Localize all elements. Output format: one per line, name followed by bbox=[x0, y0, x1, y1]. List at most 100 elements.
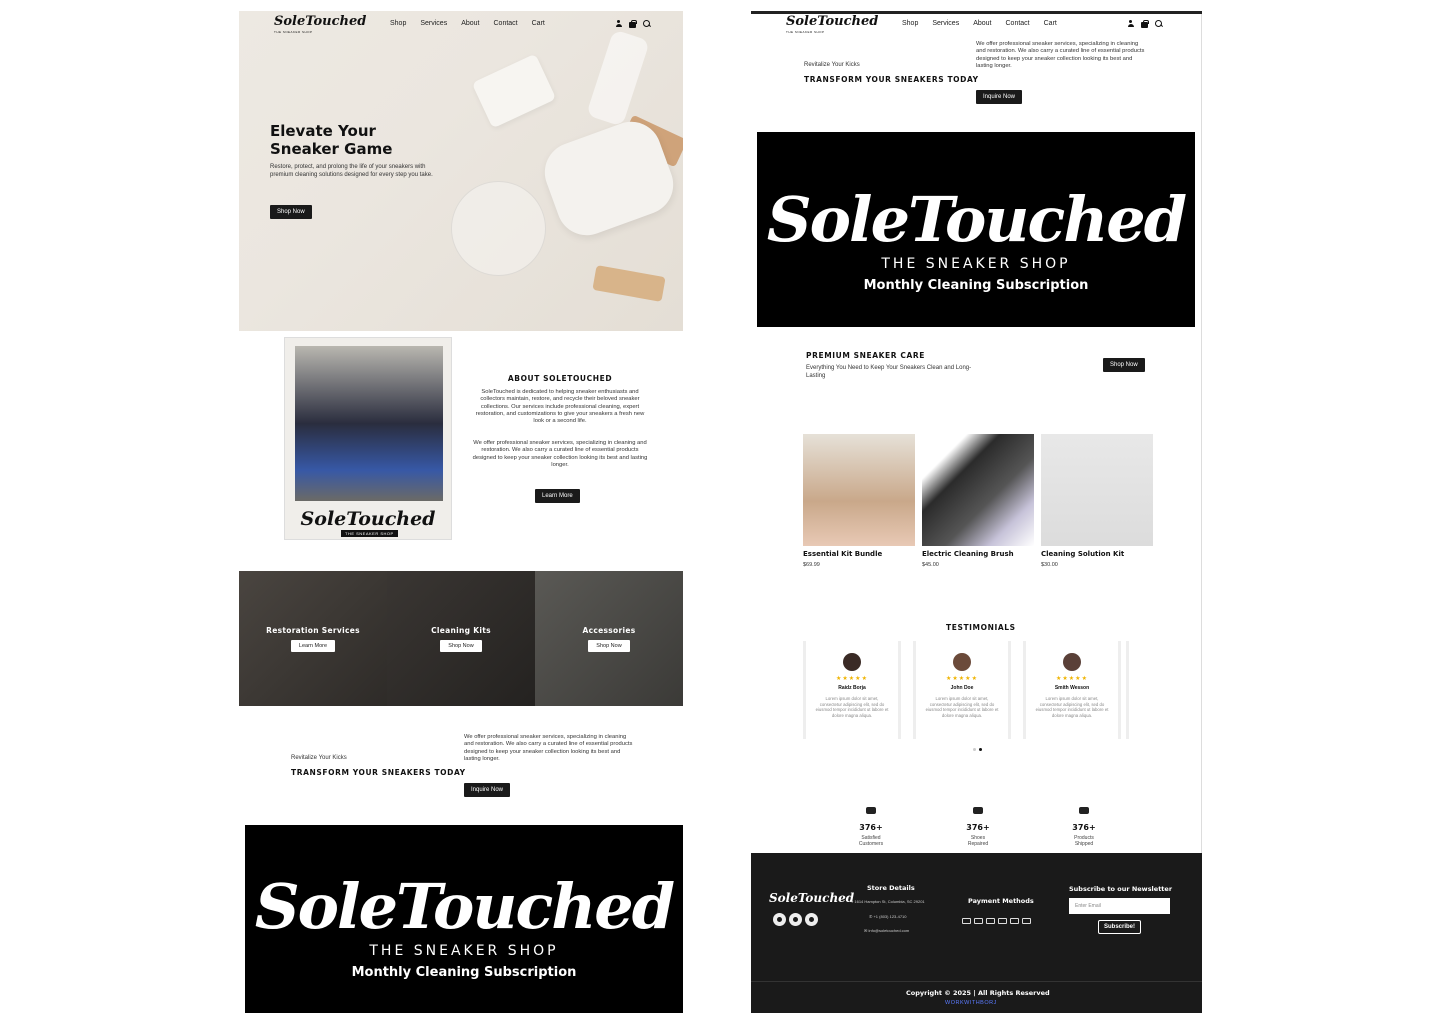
nav-about[interactable]: About bbox=[461, 20, 479, 27]
users-icon bbox=[866, 807, 876, 814]
category-title: Accessories bbox=[582, 625, 636, 635]
banner-subtitle: THE SNEAKER SHOP bbox=[881, 256, 1071, 272]
stat-label: Products Shipped bbox=[1054, 835, 1114, 847]
newsletter-email-input[interactable]: Enter Email bbox=[1069, 898, 1170, 914]
category-cleaning-kits[interactable]: Cleaning Kits Shop Now bbox=[387, 571, 535, 706]
about-image-signature: SoleTouched bbox=[300, 508, 436, 530]
about-image-tag: THE SNEAKER SHOP bbox=[341, 530, 398, 537]
hero-section: SoleTouched THE SNEAKER SHOP Shop Service… bbox=[239, 11, 683, 331]
hero-towel-image bbox=[471, 53, 557, 129]
testimonial-card: ★★★★★ Raidz Borja Lorem ipsum dolor sit … bbox=[803, 641, 901, 739]
category-shop-now-button[interactable]: Shop Now bbox=[440, 639, 482, 652]
youtube-icon[interactable] bbox=[805, 913, 818, 926]
footer: SoleTouched Store Details ⌖ 1614 Hampton… bbox=[751, 853, 1202, 1013]
nav-links: Shop Services About Contact Cart bbox=[390, 20, 545, 27]
transform-small-heading-right: Revitalize Your Kicks bbox=[804, 62, 860, 68]
nav-services[interactable]: Services bbox=[932, 20, 959, 27]
subscribe-button[interactable]: Subscribe! bbox=[1098, 920, 1142, 934]
copyright-text: Copyright © 2025 | All Rights Reserved bbox=[906, 989, 1050, 997]
hero-brush2-image bbox=[592, 265, 666, 302]
nav-shop[interactable]: Shop bbox=[390, 20, 406, 27]
carousel-dot-active[interactable] bbox=[979, 748, 982, 751]
testimonial-name: John Doe bbox=[950, 685, 974, 691]
truck-icon bbox=[1079, 807, 1089, 814]
subscription-banner: SoleTouched THE SNEAKER SHOP Monthly Cle… bbox=[245, 825, 683, 1013]
inquire-now-button[interactable]: Inquire Now bbox=[464, 783, 511, 797]
facebook-icon[interactable] bbox=[773, 913, 786, 926]
user-icon[interactable] bbox=[615, 20, 622, 27]
product-image-essential-kit[interactable] bbox=[803, 434, 915, 546]
stat-value: 376+ bbox=[1072, 823, 1096, 832]
rating-stars: ★★★★★ bbox=[1056, 676, 1088, 682]
product-price: $69.99 bbox=[803, 562, 820, 568]
category-shop-now-button[interactable]: Shop Now bbox=[588, 639, 630, 652]
store-phone[interactable]: ✆ +1 (803) 123-4710 bbox=[869, 914, 907, 919]
product-name[interactable]: Essential Kit Bundle bbox=[803, 550, 882, 558]
nav-contact[interactable]: Contact bbox=[1006, 20, 1030, 27]
cart-icon[interactable] bbox=[1141, 19, 1149, 28]
category-restoration[interactable]: Restoration Services Learn More bbox=[239, 571, 387, 706]
category-learn-more-button[interactable]: Learn More bbox=[290, 639, 336, 652]
footprints-icon bbox=[973, 807, 983, 814]
nav-logo[interactable]: SoleTouched THE SNEAKER SHOP bbox=[274, 15, 366, 37]
nav-about[interactable]: About bbox=[973, 20, 991, 27]
nav-contact[interactable]: Contact bbox=[494, 20, 518, 27]
nav-cart[interactable]: Cart bbox=[1044, 20, 1057, 27]
nav-services[interactable]: Services bbox=[420, 20, 447, 27]
category-accessories[interactable]: Accessories Shop Now bbox=[535, 571, 683, 706]
transform-title-right: TRANSFORM YOUR SNEAKERS TODAY bbox=[804, 75, 979, 84]
store-address-text: 1614 Hampton St, Columbia, SC 29201 bbox=[854, 899, 925, 904]
nav-shop[interactable]: Shop bbox=[902, 20, 918, 27]
search-icon[interactable] bbox=[643, 20, 650, 27]
stat-label-line2: Repaired bbox=[967, 841, 989, 847]
stat-products: 376+ Products Shipped bbox=[1054, 801, 1114, 847]
category-title: Cleaning Kits bbox=[431, 625, 491, 635]
nav-links-right: Shop Services About Contact Cart bbox=[902, 20, 1057, 27]
testimonial-card: ★★★★★ John Doe Lorem ipsum dolor sit ame… bbox=[913, 641, 1011, 739]
paypal-icon bbox=[998, 918, 1007, 924]
banner-logo-script: SoleTouched bbox=[254, 870, 675, 943]
hero-subtitle: Restore, protect, and prolong the life o… bbox=[270, 164, 433, 178]
footer-logo[interactable]: SoleTouched bbox=[769, 891, 854, 905]
payment-methods-title: Payment Methods bbox=[968, 897, 1034, 905]
avatar bbox=[953, 653, 971, 671]
avatar bbox=[1063, 653, 1081, 671]
banner-logo-script: SoleTouched bbox=[766, 183, 1187, 256]
product-name[interactable]: Cleaning Solution Kit bbox=[1041, 550, 1124, 558]
hero-bottle-image bbox=[586, 29, 650, 127]
nav-cart[interactable]: Cart bbox=[532, 20, 545, 27]
rating-stars: ★★★★★ bbox=[946, 676, 978, 682]
product-name[interactable]: Electric Cleaning Brush bbox=[922, 550, 1014, 558]
stat-shoes: 376+ Shoes Repaired bbox=[948, 801, 1008, 847]
premium-shop-now-button[interactable]: Shop Now bbox=[1103, 358, 1145, 372]
testimonial-text: Lorem ipsum dolor sit amet, consectetur … bbox=[925, 696, 999, 718]
about-learn-more-button[interactable]: Learn More bbox=[535, 489, 580, 503]
newsletter-title: Subscribe to our Newsletter bbox=[1069, 885, 1173, 893]
nav-icons bbox=[615, 19, 650, 28]
product-image-electric-brush[interactable] bbox=[922, 434, 1034, 546]
about-paragraph-1: SoleTouched is dedicated to helping snea… bbox=[475, 389, 645, 425]
nav-icons-right bbox=[1127, 19, 1162, 28]
testimonial-name: Smith Wesson bbox=[1054, 685, 1090, 691]
product-image-cleaning-solution[interactable] bbox=[1041, 434, 1153, 546]
transform-title: TRANSFORM YOUR SNEAKERS TODAY bbox=[291, 768, 466, 777]
store-email[interactable]: ✉ info@soletouched.com bbox=[864, 928, 909, 933]
hero-shop-now-button[interactable]: Shop Now bbox=[270, 205, 312, 219]
testimonials-title: TESTIMONIALS bbox=[946, 623, 1016, 632]
inquire-now-button-right[interactable]: Inquire Now bbox=[976, 90, 1023, 104]
instagram-icon[interactable] bbox=[789, 913, 802, 926]
nav-logo-right[interactable]: SoleTouched THE SNEAKER SHOP bbox=[786, 15, 878, 37]
cart-icon[interactable] bbox=[629, 19, 637, 28]
user-icon[interactable] bbox=[1127, 20, 1134, 27]
store-email-text: info@soletouched.com bbox=[868, 928, 910, 933]
about-title: ABOUT SOLETOUCHED bbox=[507, 374, 613, 383]
credit-link[interactable]: WORKWITHBORJ bbox=[945, 1000, 997, 1006]
apple-pay-icon bbox=[974, 918, 983, 924]
search-icon[interactable] bbox=[1155, 20, 1162, 27]
transform-small-heading: Revitalize Your Kicks bbox=[291, 755, 347, 761]
product-price: $30.00 bbox=[1041, 562, 1058, 568]
carousel-dot[interactable] bbox=[973, 748, 976, 751]
stat-label: Satisfied Customers bbox=[841, 835, 901, 847]
hero-bowl-image bbox=[451, 181, 546, 276]
card-icon bbox=[962, 918, 971, 924]
